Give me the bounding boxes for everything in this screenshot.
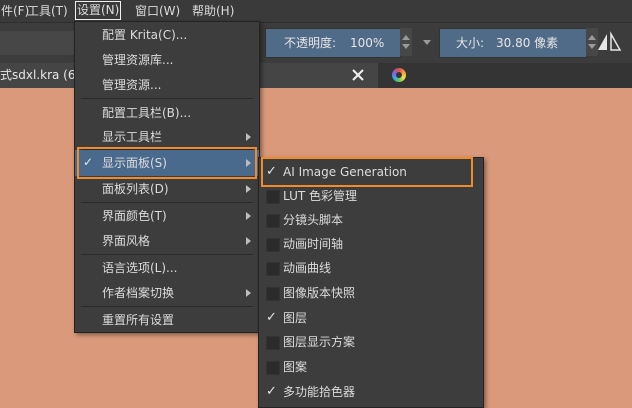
- checkbox-icon[interactable]: [266, 336, 280, 350]
- annotation-highlight-box: [261, 157, 473, 187]
- spin-down-icon[interactable]: [402, 44, 410, 49]
- docker-item-label: 动画曲线: [283, 261, 332, 275]
- docker-item-label: 图案: [283, 360, 308, 374]
- docker-item-label: LUT 色彩管理: [283, 189, 358, 203]
- size-value: 30.80 像素: [496, 36, 559, 50]
- menu-item-styles[interactable]: 界面风格: [75, 229, 259, 253]
- menu-item-manage-bundles[interactable]: 管理资源库...: [75, 48, 259, 72]
- docker-item-label: 图层显示方案: [283, 335, 356, 349]
- menu-separator: [81, 98, 253, 99]
- checkmark-icon: ✓: [266, 310, 277, 325]
- opacity-slider[interactable]: 不透明度: 100%: [265, 28, 401, 58]
- docker-item-lut-management[interactable]: LUT 色彩管理: [259, 184, 483, 208]
- menubar: 件(F) 工具(T) 设置(N) 窗口(W) 帮助(H): [0, 0, 632, 22]
- spin-down-icon[interactable]: [588, 44, 596, 49]
- menu-item-label: 重置所有设置: [102, 313, 175, 327]
- menu-item-dockers-list[interactable]: 面板列表(D): [75, 177, 259, 201]
- opacity-spin-buttons[interactable]: [400, 28, 412, 56]
- submenu-arrow-icon: [246, 133, 251, 141]
- spin-up-icon[interactable]: [402, 35, 410, 40]
- menu-item-switch-language[interactable]: 语言选项(L)...: [75, 256, 259, 280]
- krita-logo-icon: [392, 68, 406, 82]
- docker-item-layer-docker-scheme[interactable]: 图层显示方案: [259, 330, 483, 354]
- docker-item-patterns[interactable]: 图案: [259, 355, 483, 379]
- docker-item-animation-curves[interactable]: 动画曲线: [259, 256, 483, 280]
- menu-settings[interactable]: 设置(N): [75, 1, 122, 20]
- docker-item-animation-timeline[interactable]: 动画时间轴: [259, 232, 483, 256]
- menu-item-label: 作者档案切换: [102, 286, 175, 300]
- menu-item-label: 界面风格: [102, 234, 151, 248]
- submenu-arrow-icon: [246, 289, 251, 297]
- menu-item-label: 面板列表(D): [102, 182, 169, 196]
- checkbox-icon[interactable]: [266, 361, 280, 375]
- dockers-submenu: ✓ AI Image Generation LUT 色彩管理 分镜头脚本 动画时…: [258, 157, 484, 408]
- menu-item-label: 配置 Krita(C)...: [102, 28, 188, 42]
- close-icon[interactable]: [349, 66, 367, 84]
- docker-item-snapshots[interactable]: 图像版本快照: [259, 281, 483, 305]
- opacity-value: 100%: [350, 36, 385, 50]
- docker-item-label: 图像版本快照: [283, 286, 356, 300]
- annotation-highlight-box: [77, 147, 257, 179]
- menu-item-label: 显示工具栏: [102, 130, 163, 144]
- brush-preset-area[interactable]: [0, 31, 75, 55]
- menu-item-label: 语言选项(L)...: [102, 261, 178, 275]
- menu-item-reset-settings[interactable]: 重置所有设置: [75, 308, 259, 332]
- menu-window[interactable]: 窗口(W): [134, 3, 181, 20]
- menu-item-label: 管理资源库...: [102, 53, 174, 67]
- checkbox-icon[interactable]: [266, 214, 280, 228]
- checkbox-icon[interactable]: [266, 287, 280, 301]
- checkbox-icon[interactable]: [266, 238, 280, 252]
- menu-help[interactable]: 帮助(H): [191, 3, 235, 20]
- menu-item-show-toolbars[interactable]: 显示工具栏: [75, 125, 259, 149]
- spin-up-icon[interactable]: [588, 35, 596, 40]
- menu-item-author-profile[interactable]: 作者档案切换: [75, 281, 259, 305]
- menu-item-configure-krita[interactable]: 配置 Krita(C)...: [75, 23, 259, 47]
- checkbox-icon[interactable]: [266, 262, 280, 276]
- menu-item-label: 配置工具栏(B)...: [102, 106, 192, 120]
- docker-item-label: 图层: [283, 311, 308, 325]
- menu-item-manage-resources[interactable]: 管理资源...: [75, 73, 259, 97]
- docker-item-label: 动画时间轴: [283, 237, 344, 251]
- size-slider[interactable]: 大小: 30.80 像素: [439, 28, 587, 58]
- menu-item-themes[interactable]: 界面颜色(T): [75, 204, 259, 228]
- docker-item-layers[interactable]: ✓ 图层: [259, 306, 483, 330]
- docker-item-label: 分镜头脚本: [283, 213, 344, 227]
- submenu-arrow-icon: [246, 185, 251, 193]
- opacity-label: 不透明度:: [284, 36, 337, 50]
- menu-item-configure-toolbars[interactable]: 配置工具栏(B)...: [75, 101, 259, 125]
- submenu-arrow-icon: [246, 237, 251, 245]
- submenu-arrow-icon: [246, 212, 251, 220]
- menu-separator: [81, 202, 253, 203]
- menu-separator: [81, 306, 253, 307]
- opacity-dropdown-icon[interactable]: [423, 40, 431, 45]
- docker-item-storyboard[interactable]: 分镜头脚本: [259, 208, 483, 232]
- mirror-horizontal-icon[interactable]: [596, 31, 622, 53]
- menu-separator: [81, 254, 253, 255]
- menu-item-label: 管理资源...: [102, 78, 162, 92]
- checkmark-icon: ✓: [266, 384, 277, 399]
- menu-tools[interactable]: 工具(T): [26, 3, 69, 20]
- docker-item-label: 多功能拾色器: [283, 385, 356, 399]
- docker-item-advanced-color-selector[interactable]: ✓ 多功能拾色器: [259, 380, 483, 404]
- size-label: 大小:: [456, 36, 485, 50]
- checkbox-icon[interactable]: [266, 190, 280, 204]
- menu-item-label: 界面颜色(T): [102, 209, 167, 223]
